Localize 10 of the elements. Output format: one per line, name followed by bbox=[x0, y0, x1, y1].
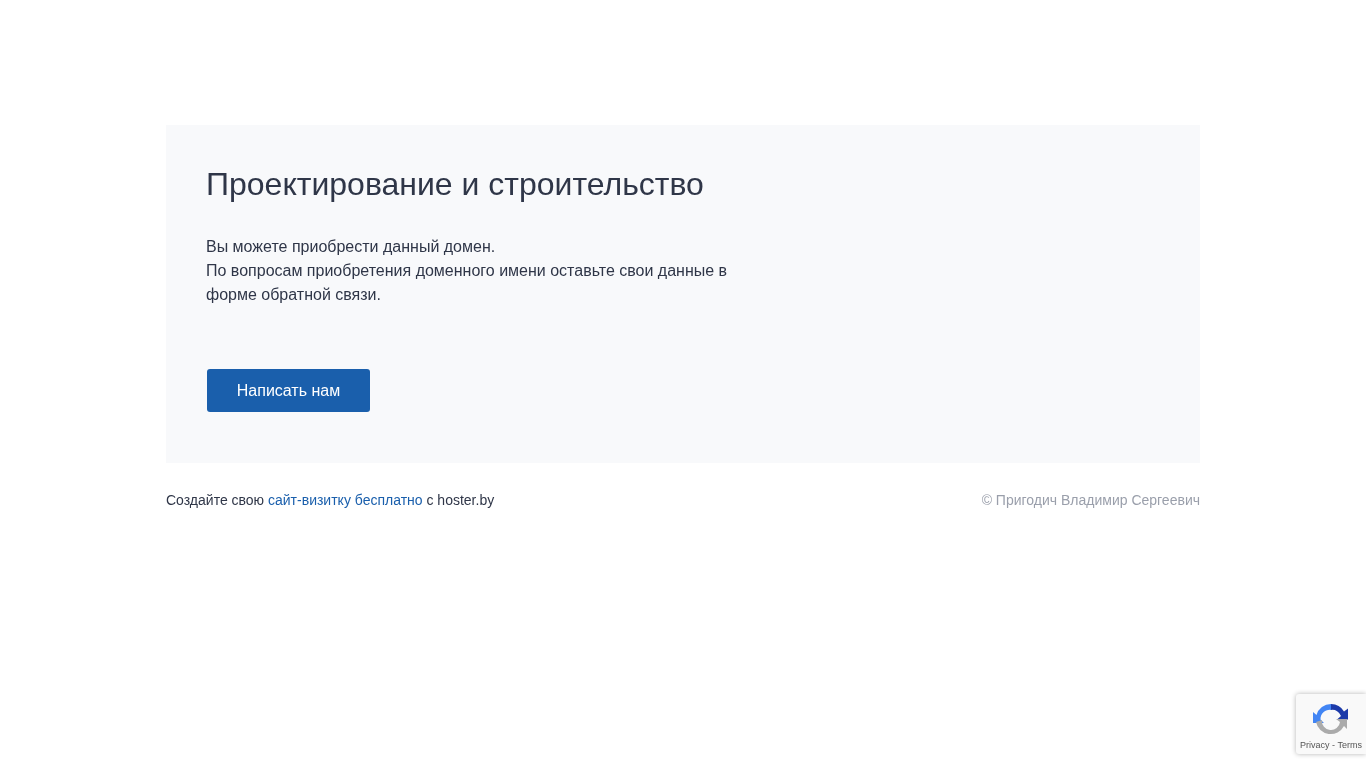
privacy-link[interactable]: Privacy bbox=[1300, 740, 1330, 750]
page-title: Проектирование и строительство bbox=[206, 165, 705, 204]
copyright-text: © Пригодич Владимир Сергеевич bbox=[981, 491, 1200, 509]
terms-link[interactable]: Terms bbox=[1337, 740, 1362, 750]
separator-text: - bbox=[1332, 740, 1336, 750]
info-text: По вопросам приобретения доменного имени оставьте свои данные в форме обратной связи. bbox=[206, 261, 729, 305]
free-site-link[interactable]: сайт-визитку бесплатно bbox=[268, 492, 423, 508]
contact-button[interactable]: Написать нам bbox=[207, 369, 370, 412]
info-text: Вы можете приобрести данный домен. bbox=[206, 237, 497, 257]
footer-text: Создайте свою сайт-визитку бесплатно с hoster.by bbox=[166, 491, 495, 509]
